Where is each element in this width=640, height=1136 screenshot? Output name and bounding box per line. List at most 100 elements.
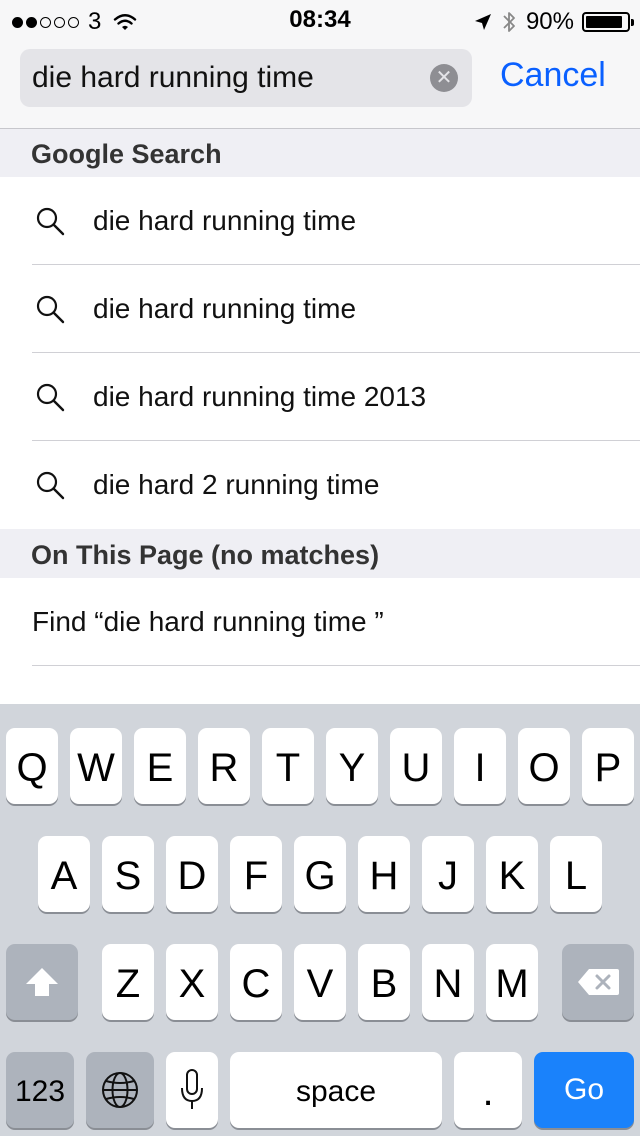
key-label: . xyxy=(482,1070,494,1114)
key-n[interactable]: N xyxy=(422,944,474,1020)
key-x[interactable]: X xyxy=(166,944,218,1020)
key-label: R xyxy=(209,746,239,790)
shift-key[interactable] xyxy=(6,944,78,1020)
key-label: D xyxy=(177,854,207,898)
key-label: J xyxy=(438,854,458,898)
search-input[interactable] xyxy=(32,49,427,107)
key-label: X xyxy=(178,962,206,1006)
status-bar: 3 08:34 90% xyxy=(0,0,640,40)
key-y[interactable]: Y xyxy=(326,728,378,804)
find-on-page-row[interactable]: Find “die hard running time ” xyxy=(0,578,640,666)
google-search-section-header: Google Search xyxy=(0,129,640,177)
search-icon xyxy=(36,207,65,236)
suggestion-text: die hard 2 running time xyxy=(93,469,380,500)
key-m[interactable]: M xyxy=(486,944,538,1020)
key-label: 123 xyxy=(14,1075,66,1108)
search-suggestion[interactable]: die hard 2 running time xyxy=(0,441,640,529)
key-f[interactable]: F xyxy=(230,836,282,912)
key-label: F xyxy=(243,854,269,898)
key-label: O xyxy=(528,746,560,790)
key-i[interactable]: I xyxy=(454,728,506,804)
key-u[interactable]: U xyxy=(390,728,442,804)
key-label: B xyxy=(370,962,398,1006)
key-b[interactable]: B xyxy=(358,944,410,1020)
search-suggestion[interactable]: die hard running time xyxy=(0,265,640,353)
numbers-key[interactable]: 123 xyxy=(6,1052,74,1128)
battery-fill xyxy=(586,16,622,28)
key-label: U xyxy=(401,746,431,790)
key-label: V xyxy=(306,962,334,1006)
key-s[interactable]: S xyxy=(102,836,154,912)
find-on-page-text: Find “die hard running time ” xyxy=(32,606,384,637)
microphone-icon xyxy=(181,1069,203,1109)
key-k[interactable]: K xyxy=(486,836,538,912)
key-label: H xyxy=(369,854,399,898)
on-this-page-section-header: On This Page (no matches) xyxy=(0,529,640,578)
backspace-icon xyxy=(578,969,619,995)
clear-icon: ✕ xyxy=(435,67,453,89)
search-icon xyxy=(36,383,65,412)
clear-search-button[interactable]: ✕ xyxy=(430,64,458,92)
go-key[interactable]: Go xyxy=(534,1052,634,1128)
key-g[interactable]: G xyxy=(294,836,346,912)
key-label: Go xyxy=(563,1073,605,1106)
key-r[interactable]: R xyxy=(198,728,250,804)
key-v[interactable]: V xyxy=(294,944,346,1020)
search-icon xyxy=(36,471,65,500)
battery-icon xyxy=(582,12,634,32)
space-key[interactable]: space xyxy=(230,1052,442,1128)
key-p[interactable]: P xyxy=(582,728,634,804)
key-label: S xyxy=(114,854,142,898)
delete-key[interactable] xyxy=(562,944,634,1020)
shift-icon xyxy=(26,968,58,996)
key-label: Q xyxy=(16,746,48,790)
suggestion-text: die hard running time 2013 xyxy=(93,381,427,412)
key-label: I xyxy=(474,746,486,790)
bluetooth-icon xyxy=(503,12,515,32)
search-suggestion[interactable]: die hard running time xyxy=(0,177,640,265)
key-label: N xyxy=(433,962,463,1006)
row-separator xyxy=(32,665,640,666)
top-chrome: 3 08:34 90% ✕ Cancel xyxy=(0,0,640,129)
key-q[interactable]: Q xyxy=(6,728,58,804)
key-w[interactable]: W xyxy=(70,728,122,804)
key-label: L xyxy=(564,854,588,898)
key-label: P xyxy=(594,746,622,790)
location-arrow-icon xyxy=(474,14,491,30)
key-label: C xyxy=(241,962,271,1006)
key-c[interactable]: C xyxy=(230,944,282,1020)
key-label: M xyxy=(495,962,529,1006)
key-label: W xyxy=(77,746,115,790)
key-label: A xyxy=(50,854,78,898)
search-suggestion[interactable]: die hard running time 2013 xyxy=(0,353,640,441)
key-label: Y xyxy=(338,746,366,790)
key-label: Z xyxy=(115,962,141,1006)
cancel-button[interactable]: Cancel xyxy=(500,56,606,95)
key-j[interactable]: J xyxy=(422,836,474,912)
key-o[interactable]: O xyxy=(518,728,570,804)
key-label: space xyxy=(295,1075,377,1108)
keyboard: Q W E R T Y U I O P A S D F G H J K L Z … xyxy=(0,704,640,1136)
search-field[interactable]: ✕ xyxy=(20,49,472,107)
battery-cap xyxy=(631,19,634,26)
key-label: K xyxy=(498,854,526,898)
search-icon xyxy=(36,295,65,324)
period-key[interactable]: . xyxy=(454,1052,522,1128)
key-e[interactable]: E xyxy=(134,728,186,804)
key-t[interactable]: T xyxy=(262,728,314,804)
status-right: 90% xyxy=(474,8,634,36)
key-a[interactable]: A xyxy=(38,836,90,912)
dictation-key[interactable] xyxy=(166,1052,218,1128)
battery-percent: 90% xyxy=(525,8,574,35)
key-h[interactable]: H xyxy=(358,836,410,912)
globe-icon xyxy=(102,1072,138,1108)
suggestion-text: die hard running time xyxy=(93,293,357,324)
key-label: T xyxy=(275,746,301,790)
key-label: E xyxy=(146,746,174,790)
key-d[interactable]: D xyxy=(166,836,218,912)
suggestion-text: die hard running time xyxy=(93,205,357,236)
key-z[interactable]: Z xyxy=(102,944,154,1020)
key-label: G xyxy=(304,854,336,898)
globe-key[interactable] xyxy=(86,1052,154,1128)
key-l[interactable]: L xyxy=(550,836,602,912)
